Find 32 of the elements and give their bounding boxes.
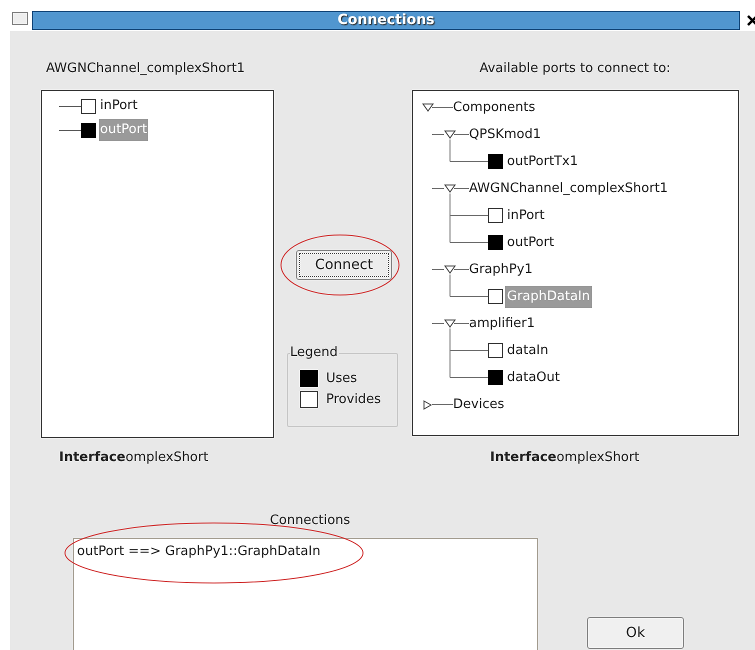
connect-button[interactable]: Connect — [296, 250, 392, 280]
tree-item[interactable]: amplifier1 — [469, 314, 535, 334]
collapsed-triangle-icon[interactable] — [422, 400, 434, 410]
component-label: AWGNChannel_complexShort1 — [46, 60, 245, 78]
port-item[interactable]: outPort — [505, 232, 556, 254]
expanded-triangle-icon[interactable] — [444, 318, 456, 328]
legend-label: Provides — [326, 390, 381, 409]
expanded-triangle-icon[interactable] — [444, 130, 456, 140]
tree-item[interactable]: QPSKmod1 — [469, 124, 541, 144]
expanded-triangle-icon[interactable] — [444, 264, 456, 274]
window-title: Connections — [337, 11, 435, 30]
close-icon[interactable] — [747, 15, 755, 26]
port-item[interactable]: outPortTx1 — [505, 150, 580, 172]
ok-button[interactable]: Ok — [587, 617, 684, 649]
interface-label: InterfaceomplexShort — [59, 449, 208, 467]
tree-label: Available ports to connect to: — [478, 60, 672, 78]
tree-item[interactable]: Components — [453, 98, 536, 118]
connection-item[interactable]: outPort ==> GraphPy1::GraphDataIn — [77, 543, 537, 561]
port-item[interactable]: dataIn — [505, 340, 550, 362]
tree-item[interactable]: Devices — [453, 394, 504, 414]
expanded-triangle-icon[interactable] — [422, 102, 434, 112]
tree-item[interactable]: GraphPy1 — [469, 260, 533, 280]
legend-label: Uses — [326, 370, 358, 388]
connections-label: Connections — [268, 512, 352, 530]
port-item[interactable]: inPort — [99, 95, 139, 117]
interface-label: InterfaceomplexShort — [490, 449, 640, 467]
port-item[interactable]: dataOut — [505, 366, 562, 388]
window-icon[interactable] — [12, 12, 28, 25]
expanded-triangle-icon[interactable] — [444, 184, 456, 194]
port-item[interactable]: inPort — [505, 204, 547, 226]
tree-item[interactable]: AWGNChannel_complexShort1 — [469, 178, 668, 198]
legend-title: Legend — [290, 345, 339, 361]
